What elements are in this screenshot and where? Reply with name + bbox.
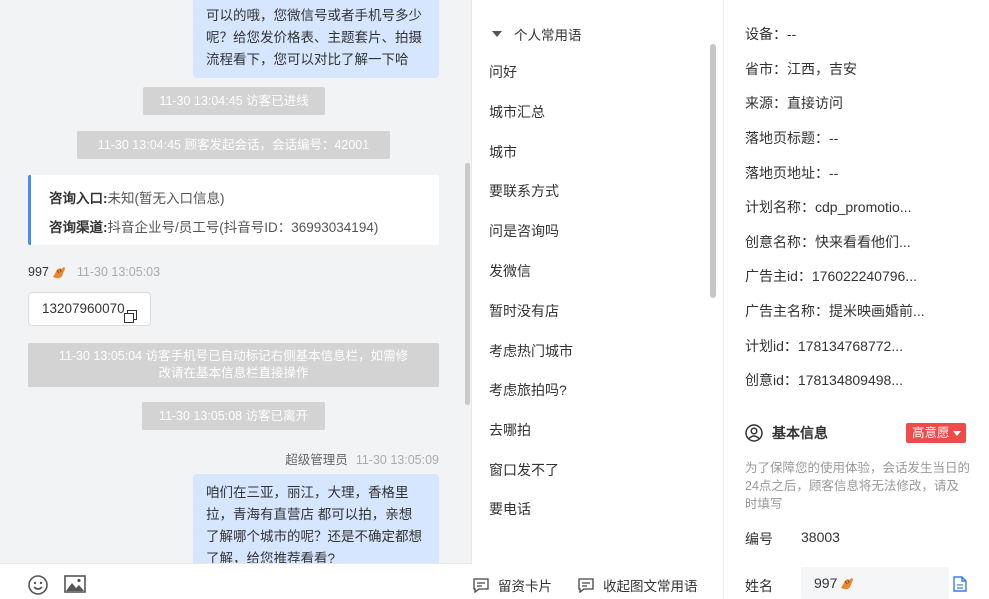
phrase-item[interactable]: 问好	[489, 62, 517, 82]
detail-row-advertiser-id: 广告主id：176022240796...	[745, 268, 917, 284]
inquiry-entry-row: 咨询入口:未知(暂无入口信息)	[49, 184, 439, 213]
system-message-session-started: 11-30 13:04:45 顾客发起会话，会话编号：42001	[77, 131, 390, 159]
collapse-phrases-label: 收起图文常用语	[603, 579, 698, 594]
inquiry-channel-label: 咨询渠道:	[49, 220, 108, 235]
basic-info-section-header: 基本信息	[745, 423, 828, 443]
chat-panel: 可以的哦，您微信号或者手机号多少 呢？给您发价格表、主题套片、拍摄 流程看下，您…	[0, 0, 472, 599]
customer-id-value: 38003	[801, 529, 840, 545]
detail-row-province-city: 省市：江西，吉安	[745, 61, 857, 77]
inquiry-info-card: 咨询入口:未知(暂无入口信息) 咨询渠道:抖音企业号/员工号(抖音号ID：369…	[28, 175, 439, 245]
agent-message-header: 超级管理员 11-30 13:05:09	[285, 449, 439, 468]
caret-down-icon	[952, 430, 961, 436]
phrase-item[interactable]: 要电话	[489, 499, 531, 519]
hand-emoji-icon	[51, 265, 67, 279]
customer-name-value: 997	[814, 575, 838, 591]
collapse-phrases-button[interactable]: 收起图文常用语	[578, 575, 698, 595]
message-line: 拉，青海有直营店 都可以拍，亲想	[206, 507, 413, 522]
phrases-footer: 留资卡片 收起图文常用语	[472, 563, 724, 599]
customer-id-label: 编号	[745, 531, 773, 547]
agent-message-bubble: 咱们在三亚，丽江，大理，香格里 拉，青海有直营店 都可以拍，亲想 了解哪个城市的…	[193, 474, 439, 563]
system-message-visitor-left: 11-30 13:05:08 访客已离开	[142, 402, 325, 430]
visitor-phone-message: 13207960070	[28, 292, 151, 326]
phrase-item[interactable]: 考虑热门城市	[489, 341, 573, 361]
intent-level-label: 高意愿	[912, 426, 950, 440]
phrase-item[interactable]: 问是咨询吗	[489, 221, 559, 241]
detail-row-creative-id: 创意id：178134809498...	[745, 372, 903, 388]
image-icon[interactable]	[64, 574, 86, 594]
common-phrases-panel: 个人常用语 问好 城市汇总 城市 要联系方式 问是咨询吗 发微信 暂时没有店 考…	[472, 0, 724, 599]
phrase-group-personal[interactable]: 个人常用语	[492, 24, 582, 44]
message-line: 了解，给您推荐看看?	[206, 551, 336, 563]
emoji-icon[interactable]	[27, 574, 49, 595]
visitor-name: 997	[28, 265, 49, 279]
detail-row-device: 设备：--	[745, 26, 797, 42]
detail-row-advertiser-name: 广告主名称：提米映画婚前...	[745, 303, 925, 319]
phrase-item[interactable]: 窗口发不了	[489, 460, 559, 480]
phrase-item[interactable]: 城市	[489, 142, 517, 162]
phrase-item[interactable]: 去哪拍	[489, 420, 531, 440]
detail-row-plan-name: 计划名称：cdp_promotio...	[745, 199, 912, 215]
customer-name-label: 姓名	[745, 578, 773, 594]
message-line: 可以的哦，您微信号或者手机号多少	[206, 8, 422, 23]
basic-info-title: 基本信息	[772, 425, 828, 441]
lead-card-label: 留资卡片	[498, 579, 552, 594]
lead-card-button[interactable]: 留资卡片	[473, 575, 552, 595]
chat-input-toolbar	[0, 563, 472, 599]
user-circle-icon	[745, 424, 763, 442]
intent-level-dropdown[interactable]: 高意愿	[906, 423, 966, 443]
detail-row-plan-id: 计划id：178134768772...	[745, 338, 903, 354]
phrase-item[interactable]: 发微信	[489, 261, 531, 281]
document-icon[interactable]	[953, 576, 967, 592]
agent-message-time: 11-30 13:05:09	[355, 453, 439, 467]
visitor-phone-text: 13207960070	[42, 301, 125, 316]
inquiry-entry-value: 未知(暂无入口信息)	[107, 191, 225, 206]
phrases-scrollbar[interactable]	[710, 44, 716, 298]
message-line: 咱们在三亚，丽江，大理，香格里	[206, 485, 409, 500]
phrase-item[interactable]: 城市汇总	[489, 102, 545, 122]
phrase-item[interactable]: 要联系方式	[489, 181, 559, 201]
detail-row-landing-url: 落地页地址：--	[745, 165, 839, 181]
message-card-icon	[473, 577, 489, 593]
copy-icon[interactable]	[124, 303, 137, 323]
customer-name-field[interactable]: 997	[801, 567, 949, 599]
message-line: 了解哪个城市的呢？还是不确定都想	[206, 529, 422, 544]
edit-deadline-notice: 为了保障您的使用体验，会话发生当日的24点之后，顾客信息将无法修改，请及时填写	[745, 461, 971, 511]
system-message-line: 改请在基本信息栏直接操作	[158, 366, 309, 380]
inquiry-channel-value: 抖音企业号/员工号(抖音号ID：36993034194)	[107, 220, 379, 235]
customer-details-panel: 设备：-- 省市：江西，吉安 来源：直接访问 落地页标题：-- 落地页地址：--…	[724, 0, 989, 599]
caret-down-icon	[492, 31, 502, 37]
agent-message-bubble: 可以的哦，您微信号或者手机号多少 呢？给您发价格表、主题套片、拍摄 流程看下，您…	[193, 0, 439, 78]
agent-name: 超级管理员	[285, 453, 348, 467]
detail-row-landing-title: 落地页标题：--	[745, 130, 839, 146]
detail-row-source: 来源：直接访问	[745, 95, 843, 111]
chat-message-list[interactable]: 可以的哦，您微信号或者手机号多少 呢？给您发价格表、主题套片、拍摄 流程看下，您…	[0, 0, 472, 563]
message-line: 呢？给您发价格表、主题套片、拍摄	[206, 30, 422, 45]
visitor-message-header: 997 11-30 13:05:03	[28, 265, 160, 279]
inquiry-channel-row: 咨询渠道:抖音企业号/员工号(抖音号ID：36993034194)	[49, 213, 439, 242]
system-message-visitor-entered: 11-30 13:04:45 访客已进线	[143, 87, 325, 115]
phrase-group-title: 个人常用语	[514, 28, 582, 43]
inquiry-entry-label: 咨询入口:	[49, 191, 108, 206]
system-message-phone-marked: 11-30 13:05:04 访客手机号已自动标记右侧基本信息栏，如需修 改请在…	[28, 343, 439, 387]
phrase-item[interactable]: 暂时没有店	[489, 301, 559, 321]
chat-scrollbar[interactable]	[465, 163, 470, 405]
message-line: 流程看下，您可以对比了解一下哈	[206, 52, 409, 67]
system-message-line: 11-30 13:05:04 访客手机号已自动标记右侧基本信息栏，如需修	[58, 349, 409, 363]
message-icon	[578, 577, 594, 593]
hand-emoji-icon	[839, 576, 855, 590]
phrase-item[interactable]: 考虑旅拍吗?	[489, 380, 567, 400]
detail-row-creative-name: 创意名称：快来看看他们...	[745, 234, 911, 250]
visitor-message-time: 11-30 13:05:03	[76, 265, 161, 279]
